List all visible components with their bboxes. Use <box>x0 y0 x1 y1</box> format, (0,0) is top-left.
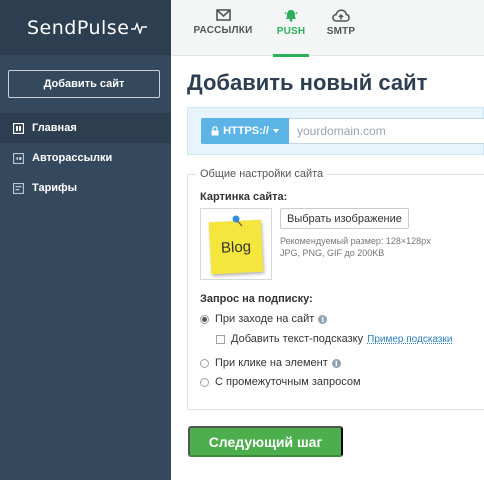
radio-on-visit[interactable] <box>200 314 209 324</box>
option-label: При клике на элемент <box>215 357 328 369</box>
option-label: Добавить текст-подсказку <box>231 333 364 345</box>
image-format-hint: JPG, PNG, GIF до 200KB <box>280 248 385 258</box>
site-settings-fieldset: Общие настройки сайта Картинка сайта: Bl… <box>187 168 484 410</box>
sidebar-item-home[interactable]: Главная <box>0 113 171 143</box>
sidebar-item-label: Тарифы <box>32 182 78 194</box>
pulse-icon <box>131 21 148 34</box>
checkbox-add-hint[interactable] <box>216 334 225 344</box>
subscription-label: Запрос на подписку: <box>200 293 313 305</box>
tab-label: PUSH <box>276 26 306 37</box>
site-image-label: Картинка сайта: <box>200 191 288 203</box>
info-icon[interactable]: i <box>331 358 341 368</box>
sidebar-item-label: Авторассылки <box>32 152 113 164</box>
radio-intermediate[interactable] <box>200 377 209 387</box>
domain-input[interactable] <box>289 118 484 144</box>
option-add-hint[interactable]: Добавить текст-подсказку Пример подсказк… <box>216 333 452 345</box>
cloud-upload-icon <box>332 9 350 22</box>
domain-input-group: HTTPS:// <box>187 107 484 155</box>
add-site-button[interactable]: Добавить сайт <box>8 70 160 98</box>
tab-label: SMTP <box>326 26 356 37</box>
info-icon[interactable]: i <box>318 314 328 324</box>
option-label: При заходе на сайт <box>215 313 315 325</box>
logo-text: SendPulse <box>27 16 130 39</box>
option-label: С промежуточным запросом <box>215 376 361 388</box>
option-on-visit[interactable]: При заходе на сайт i <box>200 313 328 325</box>
next-step-button[interactable]: Следующий шаг <box>188 426 343 457</box>
caret-down-icon <box>272 129 279 133</box>
tariffs-icon <box>12 182 24 194</box>
sidebar-item-label: Главная <box>32 122 77 134</box>
site-image-preview: Blog <box>200 208 272 280</box>
choose-image-button[interactable]: Выбрать изображение <box>280 208 409 229</box>
hint-example-link[interactable]: Пример подсказки <box>367 334 452 345</box>
thumb-text: Blog <box>220 237 252 257</box>
page-title: Добавить новый сайт <box>187 70 428 95</box>
autoresponder-icon <box>12 152 24 164</box>
envelope-icon <box>215 9 231 21</box>
option-on-click[interactable]: При клике на элемент i <box>200 357 341 369</box>
pushpin-icon <box>232 215 243 227</box>
settings-legend: Общие настройки сайта <box>196 168 328 180</box>
radio-on-click[interactable] <box>200 358 209 368</box>
tab-push[interactable]: PUSH <box>273 0 309 57</box>
sidebar-header: SendPulse <box>0 0 171 55</box>
protocol-label: HTTPS:// <box>223 125 269 137</box>
lock-icon <box>211 126 219 136</box>
bell-icon <box>284 10 298 22</box>
protocol-select-button[interactable]: HTTPS:// <box>201 118 289 144</box>
dashboard-icon <box>12 122 24 134</box>
tab-mailings[interactable]: РАССЫЛКИ <box>192 0 254 56</box>
sidebar-item-autoresponders[interactable]: Авторассылки <box>0 143 171 173</box>
top-tabs-bar: РАССЫЛКИ PUSH SMTP <box>171 0 484 57</box>
sidebar-item-tariffs[interactable]: Тарифы <box>0 173 171 203</box>
option-intermediate[interactable]: С промежуточным запросом <box>200 376 361 388</box>
tab-label: РАССЫЛКИ <box>193 25 253 36</box>
tab-smtp[interactable]: SMTP <box>323 0 359 56</box>
logo[interactable]: SendPulse <box>27 16 148 39</box>
image-size-hint: Рекомендуемый размер: 128×128px <box>280 236 431 246</box>
sidebar: SendPulse Добавить сайт Главная Авторасс… <box>0 0 171 480</box>
